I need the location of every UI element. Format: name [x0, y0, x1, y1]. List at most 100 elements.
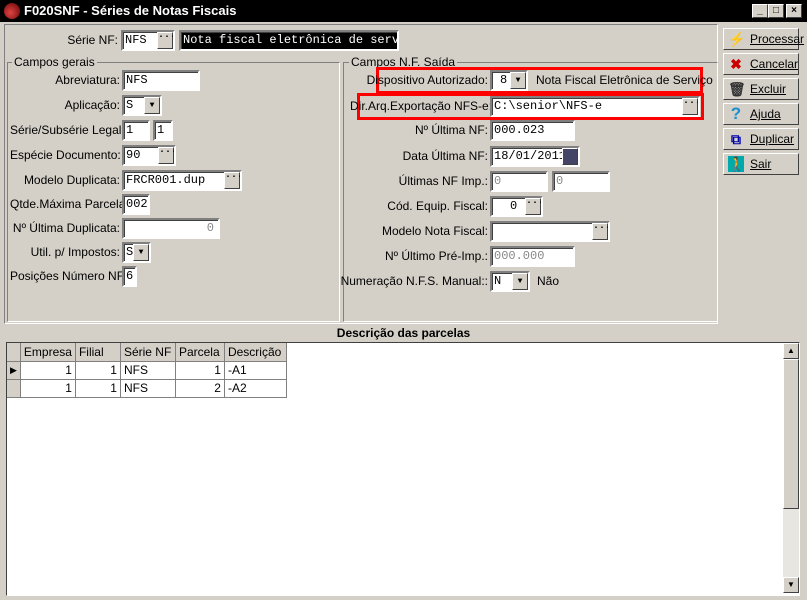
parcelas-grid[interactable]: Empresa Filial Série NF Parcela Descriçã… — [6, 342, 800, 596]
vertical-scrollbar[interactable]: ▲ ▼ — [783, 343, 799, 593]
help-icon: ? — [730, 104, 742, 123]
x-icon: ✖ — [730, 56, 742, 72]
serie-legal-label: Série/Subsérie Legal: — [10, 123, 125, 137]
ajuda-button[interactable]: ? Ajuda — [723, 103, 799, 125]
chevron-down-icon[interactable]: ▼ — [510, 72, 526, 89]
row-indicator — [7, 379, 21, 398]
chevron-down-icon[interactable]: ▼ — [133, 244, 149, 261]
close-button[interactable]: × — [786, 4, 802, 18]
ultimo-pre-imp-label: Nº Último Pré-Imp.: — [384, 249, 488, 263]
lightning-icon: ⚡ — [728, 31, 746, 47]
modelo-duplicata-input[interactable]: FRCR001.dup ··· — [122, 170, 242, 191]
chevron-down-icon[interactable]: ▼ — [144, 97, 160, 114]
dispositivo-label: Dispositivo Autorizado: — [366, 73, 488, 87]
cell-empresa[interactable]: 1 — [20, 361, 76, 380]
maximize-button[interactable]: □ — [768, 4, 784, 18]
serie-desc-field: Nota fiscal eletrônica de serv — [179, 30, 399, 51]
scroll-thumb[interactable] — [783, 359, 799, 509]
cell-filial[interactable]: 1 — [75, 361, 121, 380]
abreviatura-label: Abreviatura: — [55, 73, 120, 87]
scroll-down-button[interactable]: ▼ — [783, 577, 799, 593]
table-row[interactable]: ▶ 1 1 NFS 1 -A1 — [7, 361, 287, 380]
lookup-button[interactable]: ··· — [224, 172, 240, 189]
minimize-button[interactable]: _ — [752, 4, 768, 18]
grid-title: Descrição das parcelas — [336, 326, 471, 340]
especie-label: Espécie Documento: — [10, 148, 121, 162]
abreviatura-input[interactable]: NFS — [122, 70, 200, 91]
aplicacao-select[interactable]: S ▼ — [122, 95, 162, 116]
ultimas-nf-imp-1: 0 — [490, 171, 548, 192]
util-impostos-label: Util. p/ Impostos: — [30, 245, 120, 259]
table-row[interactable]: 1 1 NFS 2 -A2 — [7, 379, 287, 398]
posicoes-input[interactable]: 6 — [122, 266, 137, 287]
sair-button[interactable]: 🚶 Sair — [723, 153, 799, 175]
scroll-up-button[interactable]: ▲ — [783, 343, 799, 359]
indicator-header — [7, 343, 21, 362]
column-header[interactable]: Descrição — [224, 343, 287, 362]
cod-equip-input[interactable]: 0 ··· — [490, 196, 543, 217]
lookup-button[interactable]: ··· — [592, 223, 608, 240]
ultimas-nf-imp-2: 0 — [552, 171, 610, 192]
calendar-icon[interactable] — [562, 148, 578, 165]
lookup-button[interactable]: ··· — [525, 198, 541, 215]
processar-button[interactable]: ⚡ Processar — [723, 28, 804, 50]
numeracao-manual-desc: Não — [537, 274, 560, 288]
trash-icon: 🗑 — [728, 81, 746, 97]
cell-descricao[interactable]: -A1 — [224, 361, 287, 380]
util-impostos-select[interactable]: S ▼ — [122, 242, 151, 263]
cell-serie[interactable]: NFS — [120, 361, 176, 380]
cancelar-button[interactable]: ✖ Cancelar — [723, 53, 799, 75]
app-icon — [4, 3, 20, 19]
dispositivo-select[interactable]: 8 ▼ — [490, 70, 528, 91]
especie-input[interactable]: 90 ··· — [122, 145, 176, 166]
window-title: F020SNF - Séries de Notas Fiscais — [24, 3, 237, 18]
exit-door-icon: 🚶 — [728, 156, 746, 172]
serie-nf-label: Série NF: — [67, 33, 118, 47]
data-ultima-nf-label: Data Última NF: — [402, 149, 488, 163]
aplicacao-label: Aplicação: — [64, 98, 120, 112]
column-header[interactable]: Parcela — [175, 343, 225, 362]
column-header[interactable]: Série NF — [120, 343, 176, 362]
ultima-duplicata-input: 0 — [122, 218, 220, 239]
numeracao-manual-select[interactable]: N ▼ — [490, 271, 530, 292]
lookup-button[interactable]: ··· — [158, 147, 174, 164]
cell-filial[interactable]: 1 — [75, 379, 121, 398]
cell-serie[interactable]: NFS — [120, 379, 176, 398]
title-bar: F020SNF - Séries de Notas Fiscais — [0, 0, 807, 22]
browse-button[interactable]: ··· — [682, 98, 698, 115]
ultimas-nf-imp-label: Últimas NF Imp.: — [398, 174, 488, 188]
excluir-button[interactable]: 🗑 Excluir — [723, 78, 799, 100]
duplicar-button[interactable]: ⧉ Duplicar — [723, 128, 799, 150]
cell-empresa[interactable]: 1 — [20, 379, 76, 398]
cod-equip-label: Cód. Equip. Fiscal: — [387, 199, 488, 213]
numeracao-manual-label: Numeração N.F.S. Manual:: — [340, 274, 488, 288]
serie-legal-input[interactable]: 1 — [122, 120, 150, 141]
ultima-duplicata-label: Nº Última Duplicata: — [12, 221, 120, 235]
lookup-button[interactable]: ··· — [157, 32, 173, 49]
modelo-duplicata-label: Modelo Duplicata: — [23, 173, 120, 187]
modelo-nf-label: Modelo Nota Fiscal: — [381, 224, 488, 238]
duplicate-icon: ⧉ — [731, 131, 741, 147]
column-header[interactable]: Filial — [75, 343, 121, 362]
qtde-parcelas-input[interactable]: 002 — [122, 194, 150, 215]
cell-descricao[interactable]: -A2 — [224, 379, 287, 398]
campos-gerais-title: Campos gerais — [12, 55, 97, 69]
modelo-nf-input[interactable]: ··· — [490, 221, 610, 242]
column-header[interactable]: Empresa — [20, 343, 76, 362]
ultima-nf-label: Nº Última NF: — [414, 123, 488, 137]
chevron-down-icon[interactable]: ▼ — [512, 273, 528, 290]
data-ultima-nf-input[interactable]: 18/01/2011 — [490, 146, 580, 167]
cell-parcela[interactable]: 2 — [175, 379, 225, 398]
posicoes-label: Posições Número NF: — [10, 269, 128, 283]
ultima-nf-input[interactable]: 000.023 — [490, 120, 575, 141]
row-indicator-icon: ▶ — [7, 361, 21, 380]
ultimo-pre-imp-input: 000.000 — [490, 246, 575, 267]
diretorio-label: Dir.Arq.Exportação NFS-e: — [350, 99, 493, 113]
grid-header-row: Empresa Filial Série NF Parcela Descriçã… — [7, 343, 287, 362]
dispositivo-desc: Nota Fiscal Eletrônica de Serviço — [536, 73, 713, 87]
serie-nf-input[interactable]: NFS ··· — [121, 30, 175, 51]
subserie-input[interactable]: 1 — [153, 120, 173, 141]
cell-parcela[interactable]: 1 — [175, 361, 225, 380]
qtde-parcelas-label: Qtde.Máxima Parcelas: — [10, 197, 135, 211]
diretorio-input[interactable]: C:\senior\NFS-e ··· — [490, 96, 700, 117]
